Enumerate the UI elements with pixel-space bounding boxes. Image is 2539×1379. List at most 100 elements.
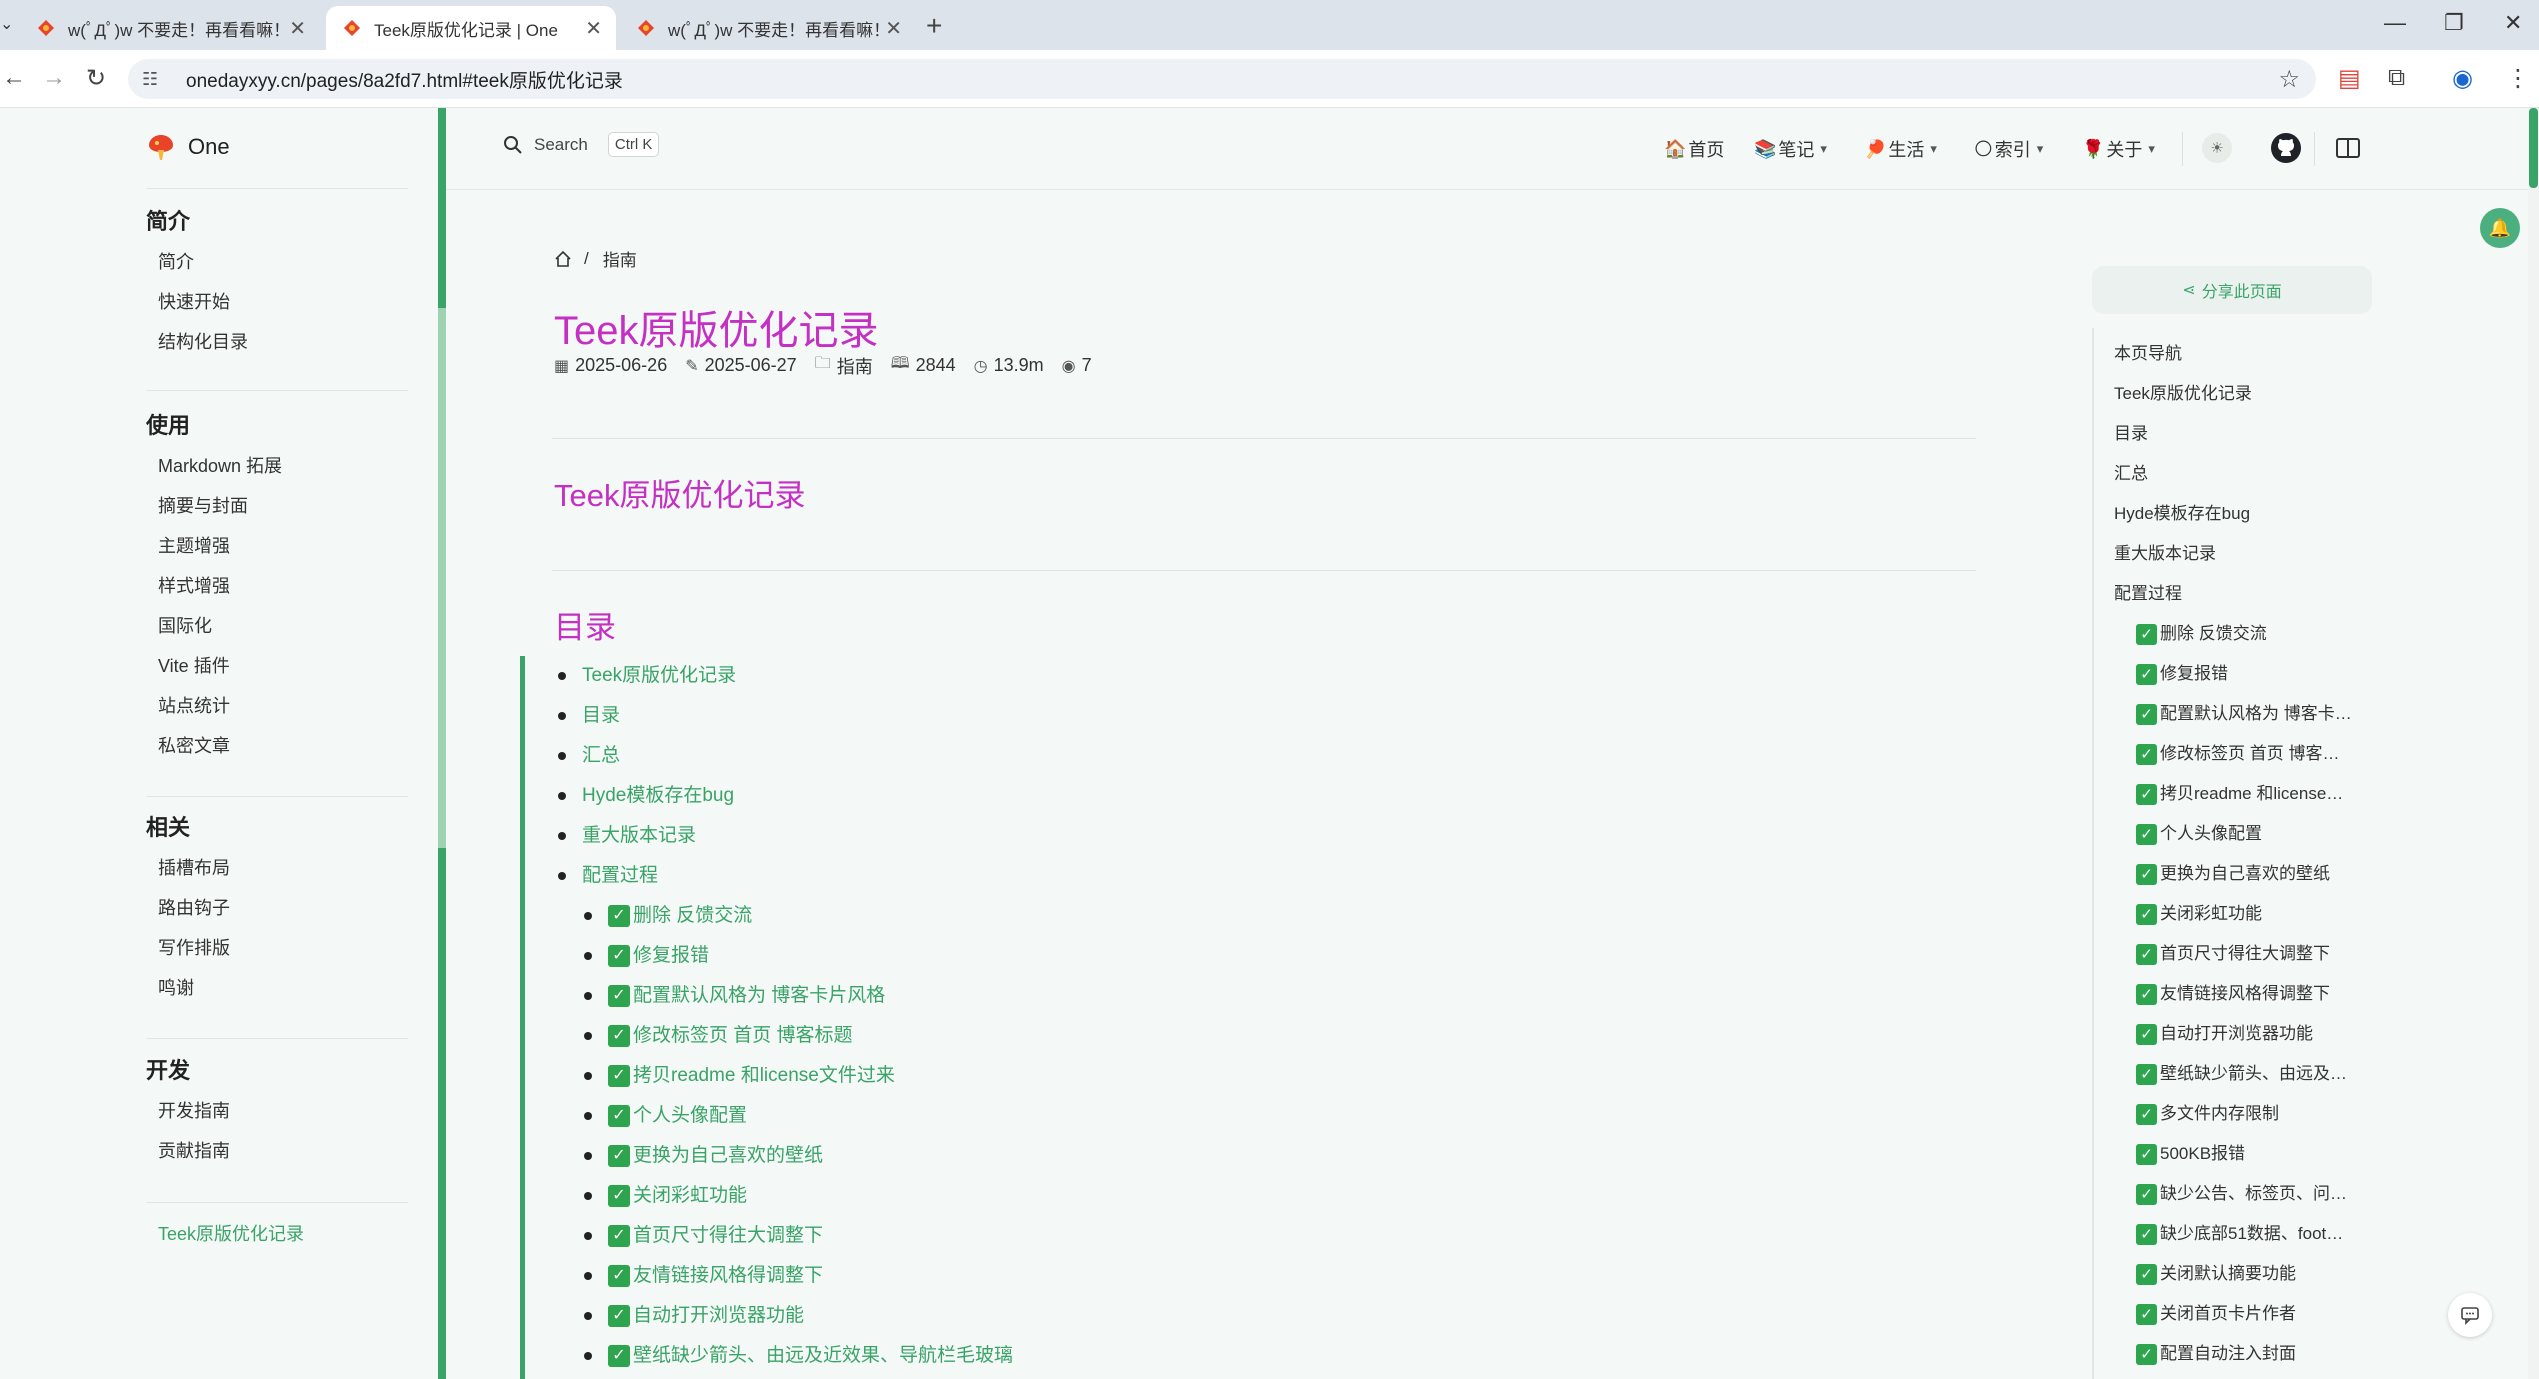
outline-item[interactable]: Teek原版优化记录 <box>2114 374 2364 414</box>
share-page-button[interactable]: ⋖ 分享此页面 <box>2092 266 2372 314</box>
outline-item[interactable]: ✓ 自动打开浏览器功能 <box>2114 1014 2364 1054</box>
window-close-icon[interactable]: ✕ <box>2504 10 2522 36</box>
outline-item[interactable]: ✓ 缺少底部51数据、foot… <box>2114 1214 2364 1254</box>
toc-item[interactable]: ✓ 配置默认风格为 博客卡片风格 <box>554 976 1013 1016</box>
minimize-icon[interactable]: — <box>2384 10 2406 36</box>
sidebar-item[interactable]: 快速开始 <box>146 282 248 322</box>
sidebar-item[interactable]: 开发指南 <box>146 1091 230 1131</box>
outline-item[interactable]: ✓ 配置自动注入封面 <box>2114 1334 2364 1374</box>
sidebar-scrollbar[interactable] <box>438 108 446 1379</box>
nav-index[interactable]: 🌕 索引 ▾ <box>1974 136 2043 162</box>
home-icon[interactable] <box>554 250 572 268</box>
outline-item[interactable]: Hyde模板存在bug <box>2114 494 2364 534</box>
toc-item[interactable]: ✓ 拷贝readme 和license文件过来 <box>554 1056 1013 1096</box>
profile-icon[interactable]: ◉ <box>2452 64 2473 93</box>
outline-item[interactable]: ✓ 关闭首页卡片作者 <box>2114 1294 2364 1334</box>
outline-item[interactable]: ✓ 更换为自己喜欢的壁纸 <box>2114 854 2364 894</box>
reload-icon[interactable]: ↻ <box>86 64 106 93</box>
toc-item[interactable]: ✓ 删除 反馈交流 <box>554 896 1013 936</box>
outline-item[interactable]: ✓ 个人头像配置 <box>2114 814 2364 854</box>
tab-close-icon[interactable]: ✕ <box>289 16 306 41</box>
outline-item[interactable]: ✓ 首页尺寸得往大调整下 <box>2114 934 2364 974</box>
site-info-icon[interactable]: ☷ <box>142 69 166 90</box>
outline-item[interactable]: ✓ 友情链接风格得调整下 <box>2114 974 2364 1014</box>
outline-item[interactable]: ✓ 多文件内存限制 <box>2114 1094 2364 1134</box>
toc-item[interactable]: 目录 <box>554 696 1013 736</box>
toc-item[interactable]: 汇总 <box>554 736 1013 776</box>
bookmark-star-icon[interactable]: ☆ <box>2278 65 2300 94</box>
extension-reader-icon[interactable]: ▤ <box>2338 64 2361 93</box>
outline-item[interactable]: ✓ 关闭默认摘要功能 <box>2114 1254 2364 1294</box>
sidebar-item[interactable]: 私密文章 <box>146 726 282 766</box>
restore-icon[interactable]: ❐ <box>2444 10 2464 36</box>
outline-item[interactable]: ✓ 关闭彩虹功能 <box>2114 894 2364 934</box>
browser-tab-1[interactable]: w(ﾟДﾟ)w 不要走！再看看嘛！ ✕ <box>20 6 320 50</box>
meta-category[interactable]: 🗀 指南 <box>815 352 873 379</box>
toc-item[interactable]: ✓ 修复报错 <box>554 936 1013 976</box>
toc-item[interactable]: ✓ 关闭彩虹功能 <box>554 1176 1013 1216</box>
sidebar-item[interactable]: 简介 <box>146 242 248 282</box>
tab-search-dropdown-icon[interactable]: ⌄ <box>0 14 13 34</box>
sidebar-item[interactable]: 贡献指南 <box>146 1131 230 1171</box>
sidebar-item[interactable]: 路由钩子 <box>146 888 230 928</box>
outline-item[interactable]: ✓ 删除 反馈交流 <box>2114 614 2364 654</box>
toc-item[interactable]: 配置过程 <box>554 856 1013 896</box>
toc-item[interactable]: Hyde模板存在bug <box>554 776 1013 816</box>
sidebar-item[interactable]: 鸣谢 <box>146 968 230 1008</box>
browser-tab-3[interactable]: w(ﾟДﾟ)w 不要走！再看看嘛！ ✕ <box>620 6 916 50</box>
notification-bell-icon[interactable]: 🔔 <box>2480 208 2520 248</box>
sidebar-scrollbar-thumb[interactable] <box>438 308 446 848</box>
toc-item[interactable]: ✓ 个人头像配置 <box>554 1096 1013 1136</box>
breadcrumb: / 指南 <box>554 246 637 271</box>
outline-item-label: 缺少底部51数据、foot… <box>2160 1224 2344 1243</box>
toc-item[interactable]: ✓ 修改标签页 首页 博客标题 <box>554 1016 1013 1056</box>
sidebar-item[interactable]: 结构化目录 <box>146 322 248 362</box>
toc-item[interactable]: Teek原版优化记录 <box>554 656 1013 696</box>
sidebar-item[interactable]: Markdown 拓展 <box>146 446 282 486</box>
browser-menu-icon[interactable]: ⋮ <box>2506 64 2530 93</box>
url-text[interactable]: onedayxyy.cn/pages/8a2fd7.html#teek原版优化记… <box>186 66 623 93</box>
outline-item[interactable]: ✓ 500KB报错 <box>2114 1134 2364 1174</box>
toc-item[interactable]: ✓ 壁纸缺少箭头、由远及近效果、导航栏毛玻璃 <box>554 1336 1013 1376</box>
page-scrollbar-thumb[interactable] <box>2529 108 2538 188</box>
comment-button[interactable] <box>2448 1293 2492 1337</box>
tab-close-icon[interactable]: ✕ <box>885 16 902 41</box>
toc-item[interactable]: ✓ 首页尺寸得往大调整下 <box>554 1216 1013 1256</box>
outline-item[interactable]: ✓ 修改标签页 首页 博客… <box>2114 734 2364 774</box>
address-bar[interactable]: ☷ onedayxyy.cn/pages/8a2fd7.html#teek原版优… <box>128 59 2316 99</box>
checkmark-icon: ✓ <box>2136 944 2157 965</box>
outline-item[interactable]: ✓ 缺少公告、标签页、问… <box>2114 1174 2364 1214</box>
outline-item[interactable]: ✓ 配置默认风格为 博客卡… <box>2114 694 2364 734</box>
sidebar-item[interactable]: 摘要与封面 <box>146 486 282 526</box>
sidebar-item[interactable]: 站点统计 <box>146 686 282 726</box>
sidebar-item[interactable]: 样式增强 <box>146 566 282 606</box>
outline-item[interactable]: 汇总 <box>2114 454 2364 494</box>
sidebar-item[interactable]: Vite 插件 <box>146 646 282 686</box>
outline-item[interactable]: ✓ 修复报错 <box>2114 654 2364 694</box>
outline-item[interactable]: ✓ 壁纸缺少箭头、由远及… <box>2114 1054 2364 1094</box>
toc-item[interactable]: ✓ 自动打开浏览器功能 <box>554 1296 1013 1336</box>
sidebar-item[interactable]: 主题增强 <box>146 526 282 566</box>
sidebar-item-current[interactable]: Teek原版优化记录 <box>158 1220 304 1246</box>
outline-item[interactable]: 目录 <box>2114 414 2364 454</box>
sidebar-item[interactable]: 写作排版 <box>146 928 230 968</box>
breadcrumb-item[interactable]: 指南 <box>603 246 637 271</box>
sidebar-item[interactable]: 插槽布局 <box>146 848 230 888</box>
outline-item[interactable]: 重大版本记录 <box>2114 534 2364 574</box>
page-scrollbar[interactable] <box>2528 108 2539 1379</box>
toc-item[interactable]: ✓ 更换为自己喜欢的壁纸 <box>554 1136 1013 1176</box>
outline-item[interactable]: 配置过程 <box>2114 574 2364 614</box>
forward-icon[interactable]: → <box>42 64 66 92</box>
outline-item-label: 500KB报错 <box>2160 1144 2246 1163</box>
browser-tab-2[interactable]: Teek原版优化记录 | One ✕ <box>326 6 616 50</box>
back-icon[interactable]: ← <box>2 64 26 92</box>
outline-item[interactable]: ✓ 拷贝readme 和license… <box>2114 774 2364 814</box>
tab-close-icon[interactable]: ✕ <box>585 16 602 41</box>
site-logo[interactable]: One <box>146 132 230 162</box>
sidebar-item[interactable]: 国际化 <box>146 606 282 646</box>
extensions-icon[interactable]: ⧉ <box>2388 64 2405 92</box>
toc-item[interactable]: 重大版本记录 <box>554 816 1013 856</box>
new-tab-button[interactable]: + <box>926 10 942 42</box>
folder-icon: 🗀 <box>814 355 831 372</box>
toc-item[interactable]: ✓ 友情链接风格得调整下 <box>554 1256 1013 1296</box>
